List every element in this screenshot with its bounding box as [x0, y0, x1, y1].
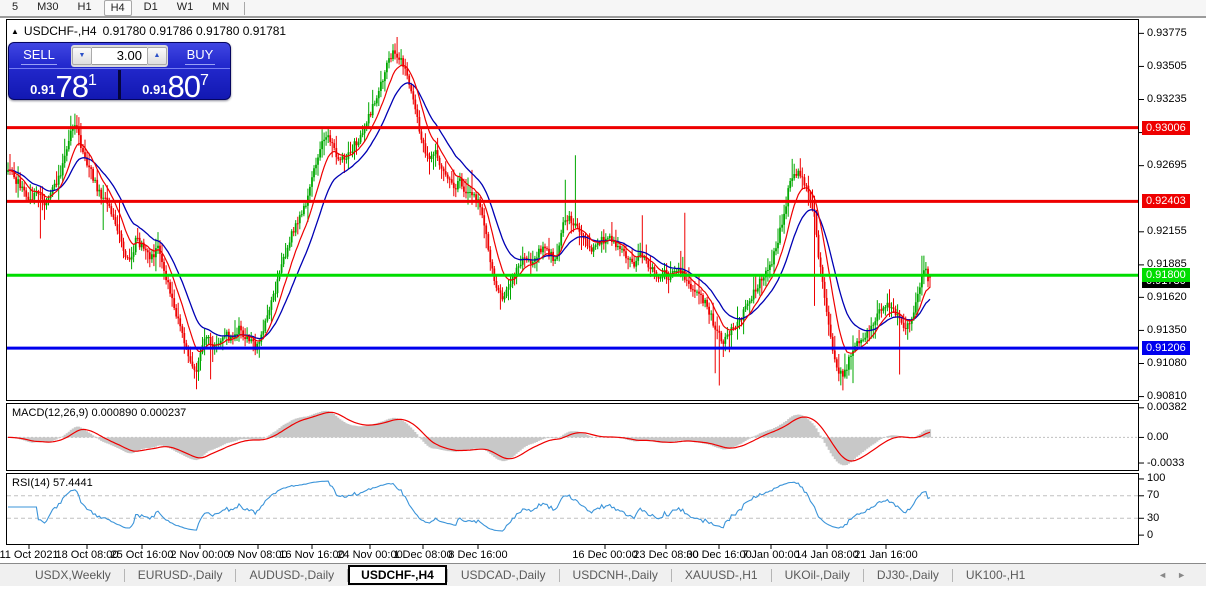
- x-axis-label: 8 Dec 16:00: [448, 549, 508, 561]
- macd-histogram: [8, 410, 932, 466]
- tab-xauusd-h1[interactable]: XAUUSD-,H1: [672, 565, 771, 585]
- tab-usdcad-daily[interactable]: USDCAD-,Daily: [448, 565, 559, 585]
- x-axis-label: 14 Jan 08:00: [795, 549, 859, 561]
- hline-price-label[interactable]: 0.91206: [1142, 341, 1190, 356]
- hline-price-label[interactable]: 0.91800: [1142, 268, 1190, 283]
- tab-usdcnh-daily[interactable]: USDCNH-,Daily: [560, 565, 671, 585]
- rsi-name: RSI(14): [12, 477, 50, 489]
- x-axis-label: 21 Jan 16:00: [854, 549, 918, 561]
- volume-spinner: ▼ ▲: [71, 44, 168, 67]
- macd-name: MACD(12,26,9): [12, 407, 89, 419]
- price-axis-label: 0.92155: [1147, 225, 1187, 238]
- tab-dj30-daily[interactable]: DJ30-,Daily: [864, 565, 952, 585]
- chart-title: ▲ USDCHF-,H4 0.91780 0.91786 0.91780 0.917…: [11, 24, 286, 38]
- macd-values: 0.000890 0.000237: [91, 407, 187, 419]
- volume-input[interactable]: [92, 46, 147, 65]
- price-axis-label: 0.91080: [1147, 356, 1187, 369]
- tab-scroll-left-icon[interactable]: ◄: [1158, 570, 1177, 580]
- x-axis-label: 25 Oct 16:00: [110, 549, 174, 561]
- tab-usdchf-h4[interactable]: USDCHF-,H4: [348, 565, 447, 585]
- price-axis-label: 0.92695: [1147, 159, 1187, 172]
- chart-ohlc-values: 0.91780 0.91786 0.91780 0.91781: [102, 24, 287, 38]
- x-axis-label: 11 Oct 2021: [0, 549, 59, 561]
- macd-indicator-label: MACD(12,26,9) 0.000890 0.000237: [12, 407, 186, 419]
- tab-audusd-daily[interactable]: AUDUSD-,Daily: [236, 565, 347, 585]
- buy-price[interactable]: 0.91807: [121, 69, 230, 104]
- macd-axis-label: 0.00382: [1147, 401, 1187, 414]
- rsi-axis-label: 0: [1147, 528, 1154, 541]
- tab-ukoil-daily[interactable]: UKOil-,Daily: [772, 565, 863, 585]
- ma-slow-line: [7, 82, 931, 340]
- tab-uk100-h1[interactable]: UK100-,H1: [953, 565, 1038, 585]
- sell-price[interactable]: 0.91781: [9, 69, 118, 104]
- tab-usdx-weekly[interactable]: USDX,Weekly: [22, 565, 124, 585]
- rsi-axis-label: 100: [1147, 472, 1166, 485]
- hline-price-label[interactable]: 0.92403: [1142, 194, 1190, 209]
- x-axis-label: 7 Jan 00:00: [742, 549, 800, 561]
- macd-axis-label: -0.0033: [1147, 456, 1185, 469]
- collapse-panel-icon[interactable]: ▲: [11, 27, 19, 36]
- price-axis-label: 0.91350: [1147, 323, 1187, 336]
- price-axis-label: 0.90810: [1147, 390, 1187, 403]
- hline-price-label[interactable]: 0.93006: [1142, 120, 1190, 135]
- buy-button[interactable]: BUY: [170, 46, 230, 65]
- rsi-line: [8, 480, 931, 532]
- chart-symbol-label: USDCHF-,H4: [23, 24, 97, 38]
- price-axis-label: 0.93775: [1147, 26, 1187, 39]
- price-axis-label: 0.93235: [1147, 93, 1187, 105]
- tab-scroll-arrows: ◄►: [1158, 570, 1196, 580]
- volume-decrease-icon[interactable]: ▼: [72, 46, 92, 65]
- volume-increase-icon[interactable]: ▲: [147, 46, 167, 65]
- rsi-indicator-label: RSI(14) 57.4441: [12, 477, 93, 489]
- one-click-trading-panel: SELL ▼ ▲ BUY 0.91781 0.91807: [8, 42, 231, 104]
- x-axis-label: 16 Dec 00:00: [572, 549, 638, 561]
- rsi-value: 57.4441: [52, 477, 93, 489]
- x-axis-label: 2 Nov 00:00: [170, 549, 230, 561]
- ma-fast-line: [7, 64, 931, 354]
- mt4-window: 5 M30 H1 H4 D1 W1 MN ▲ USDCHF-,H4 0.91780 0.9178…: [0, 0, 1206, 592]
- x-axis-label: 16 Nov 16:00: [279, 549, 345, 561]
- tab-scroll-right-icon[interactable]: ►: [1177, 570, 1196, 580]
- rsi-axis-label: 30: [1147, 511, 1160, 524]
- macd-axis-label: 0.00: [1147, 430, 1169, 443]
- tab-eurusd-daily[interactable]: EURUSD-,Daily: [125, 565, 236, 585]
- x-axis-label: 18 Oct 08:00: [55, 549, 119, 561]
- sell-button[interactable]: SELL: [9, 46, 69, 65]
- chart-tab-bar: USDX,Weekly EURUSD-,Daily AUDUSD-,Daily USD…: [0, 563, 1206, 586]
- price-axis-label: 0.91620: [1147, 290, 1187, 303]
- x-axis-label: 1 Dec 08:00: [393, 549, 453, 561]
- price-axis-label: 0.93505: [1147, 59, 1187, 72]
- rsi-axis-label: 70: [1147, 489, 1160, 502]
